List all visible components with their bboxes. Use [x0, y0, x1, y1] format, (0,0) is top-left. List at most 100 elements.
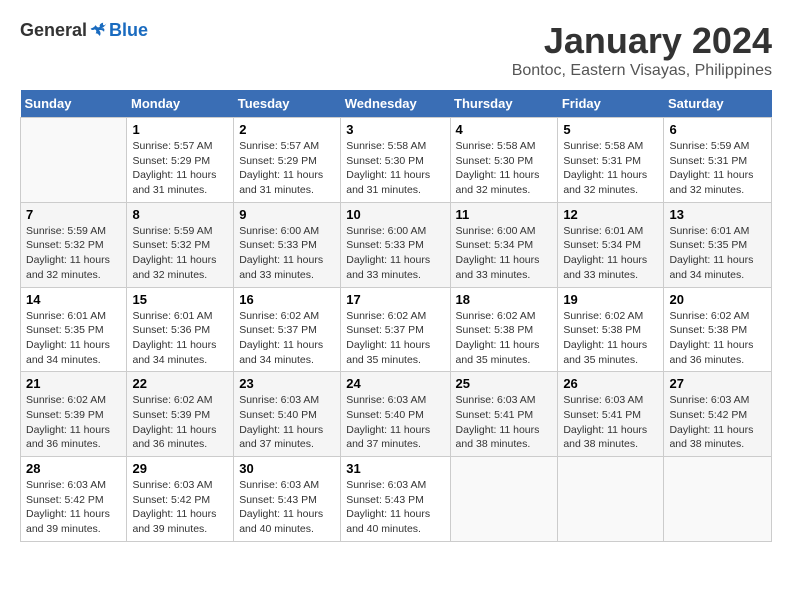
col-tuesday: Tuesday	[234, 90, 341, 118]
calendar-cell: 28Sunrise: 6:03 AM Sunset: 5:42 PM Dayli…	[21, 457, 127, 542]
calendar-cell: 14 Sunrise: 6:01 AM Sunset: 5:35 PM Dayli…	[21, 287, 127, 372]
calendar-cell: 5 Sunrise: 5:58 AM Sunset: 5:31 PM Daylig…	[558, 118, 664, 203]
day-number: 3	[346, 122, 444, 137]
calendar-cell: 6 Sunrise: 5:59 AM Sunset: 5:31 PM Daylig…	[664, 118, 772, 203]
calendar-cell: 30 Sunrise: 6:03 AM Sunset: 5:43 PM Dayli…	[234, 457, 341, 542]
day-info: Sunrise: 6:03 AM Sunset: 5:40 PM Dayligh…	[239, 393, 335, 452]
calendar-subtitle: Bontoc, Eastern Visayas, Philippines	[512, 62, 772, 80]
day-number: 27	[669, 376, 766, 391]
day-info: Sunrise: 6:02 AM Sunset: 5:38 PM Dayligh…	[456, 309, 553, 368]
day-number: 23	[239, 376, 335, 391]
calendar-cell: 18 Sunrise: 6:02 AM Sunset: 5:38 PM Dayli…	[450, 287, 558, 372]
calendar-week-4: 21 Sunrise: 6:02 AM Sunset: 5:39 PM Dayli…	[21, 372, 772, 457]
header-row: Sunday Monday Tuesday Wednesday Thursday…	[21, 90, 772, 118]
day-info: Sunrise: 5:58 AM Sunset: 5:30 PM Dayligh…	[346, 139, 444, 198]
calendar-cell: 3 Sunrise: 5:58 AM Sunset: 5:30 PM Daylig…	[341, 118, 450, 203]
col-friday: Friday	[558, 90, 664, 118]
calendar-cell: 13 Sunrise: 6:01 AM Sunset: 5:35 PM Dayli…	[664, 202, 772, 287]
day-info: Sunrise: 6:01 AM Sunset: 5:35 PM Dayligh…	[669, 224, 766, 283]
day-number: 17	[346, 292, 444, 307]
calendar-week-2: 7Sunrise: 5:59 AM Sunset: 5:32 PM Daylig…	[21, 202, 772, 287]
logo-bird-icon	[89, 21, 109, 41]
day-info: Sunrise: 5:59 AM Sunset: 5:32 PM Dayligh…	[26, 224, 121, 283]
calendar-week-5: 28 Sunrise: 6:03 AM Sunset: 5:42 PM Dayli…	[21, 457, 772, 542]
logo: General Blue	[20, 20, 148, 41]
day-number: 1	[132, 122, 228, 137]
day-info: Sunrise: 5:58 AM Sunset: 5:30 PM Dayligh…	[456, 139, 553, 198]
day-number: 10	[346, 207, 444, 222]
day-info: Sunrise: 6:02 AM Sunset: 5:39 PM Dayligh…	[26, 393, 121, 452]
calendar-cell: 12Sunrise: 6:01 AM Sunset: 5:34 PM Dayli…	[558, 202, 664, 287]
day-info: Sunrise: 6:02 AM Sunset: 5:37 PM Dayligh…	[239, 309, 335, 368]
day-number: 28	[26, 461, 121, 476]
calendar-table: Sunday Monday Tuesday Wednesday Thursday…	[20, 90, 772, 542]
day-number: 18	[456, 292, 553, 307]
day-info: Sunrise: 6:03 AM Sunset: 5:41 PM Dayligh…	[456, 393, 553, 452]
day-number: 2	[239, 122, 335, 137]
day-info: Sunrise: 6:00 AM Sunset: 5:33 PM Dayligh…	[239, 224, 335, 283]
day-info: Sunrise: 6:00 AM Sunset: 5:33 PM Dayligh…	[346, 224, 444, 283]
calendar-cell: 7Sunrise: 5:59 AM Sunset: 5:32 PM Daylig…	[21, 202, 127, 287]
col-thursday: Thursday	[450, 90, 558, 118]
calendar-cell	[450, 457, 558, 542]
col-wednesday: Wednesday	[341, 90, 450, 118]
title-area: January 2024 Bontoc, Eastern Visayas, Ph…	[512, 20, 772, 80]
day-info: Sunrise: 6:03 AM Sunset: 5:43 PM Dayligh…	[239, 478, 335, 537]
col-sunday: Sunday	[21, 90, 127, 118]
day-info: Sunrise: 6:01 AM Sunset: 5:36 PM Dayligh…	[132, 309, 228, 368]
day-info: Sunrise: 6:00 AM Sunset: 5:34 PM Dayligh…	[456, 224, 553, 283]
day-number: 13	[669, 207, 766, 222]
day-number: 21	[26, 376, 121, 391]
logo-blue-text: Blue	[109, 20, 148, 41]
day-number: 24	[346, 376, 444, 391]
day-number: 4	[456, 122, 553, 137]
calendar-cell: 1Sunrise: 5:57 AM Sunset: 5:29 PM Daylig…	[127, 118, 234, 203]
calendar-week-1: 1 Sunrise: 5:57 AM Sunset: 5:29 PM Daylig…	[21, 118, 772, 203]
day-info: Sunrise: 6:01 AM Sunset: 5:35 PM Dayligh…	[26, 309, 121, 368]
calendar-cell: 26Sunrise: 6:03 AM Sunset: 5:41 PM Dayli…	[558, 372, 664, 457]
day-number: 30	[239, 461, 335, 476]
day-number: 5	[563, 122, 658, 137]
day-number: 9	[239, 207, 335, 222]
calendar-cell	[664, 457, 772, 542]
day-info: Sunrise: 5:59 AM Sunset: 5:32 PM Dayligh…	[132, 224, 228, 283]
day-info: Sunrise: 6:03 AM Sunset: 5:42 PM Dayligh…	[132, 478, 228, 537]
day-info: Sunrise: 6:03 AM Sunset: 5:42 PM Dayligh…	[669, 393, 766, 452]
day-number: 26	[563, 376, 658, 391]
calendar-cell: 19Sunrise: 6:02 AM Sunset: 5:38 PM Dayli…	[558, 287, 664, 372]
day-info: Sunrise: 6:03 AM Sunset: 5:40 PM Dayligh…	[346, 393, 444, 452]
day-info: Sunrise: 5:58 AM Sunset: 5:31 PM Dayligh…	[563, 139, 658, 198]
calendar-cell: 23 Sunrise: 6:03 AM Sunset: 5:40 PM Dayli…	[234, 372, 341, 457]
calendar-cell: 11 Sunrise: 6:00 AM Sunset: 5:34 PM Dayli…	[450, 202, 558, 287]
day-info: Sunrise: 6:01 AM Sunset: 5:34 PM Dayligh…	[563, 224, 658, 283]
day-number: 11	[456, 207, 553, 222]
logo-general-text: General	[20, 20, 87, 41]
calendar-cell	[558, 457, 664, 542]
calendar-cell	[21, 118, 127, 203]
day-info: Sunrise: 6:02 AM Sunset: 5:37 PM Dayligh…	[346, 309, 444, 368]
day-number: 29	[132, 461, 228, 476]
calendar-cell: 16 Sunrise: 6:02 AM Sunset: 5:37 PM Dayli…	[234, 287, 341, 372]
day-number: 20	[669, 292, 766, 307]
day-info: Sunrise: 5:57 AM Sunset: 5:29 PM Dayligh…	[239, 139, 335, 198]
col-monday: Monday	[127, 90, 234, 118]
day-number: 14	[26, 292, 121, 307]
day-number: 8	[132, 207, 228, 222]
calendar-week-3: 14 Sunrise: 6:01 AM Sunset: 5:35 PM Dayli…	[21, 287, 772, 372]
day-info: Sunrise: 6:02 AM Sunset: 5:39 PM Dayligh…	[132, 393, 228, 452]
day-number: 25	[456, 376, 553, 391]
calendar-cell: 31Sunrise: 6:03 AM Sunset: 5:43 PM Dayli…	[341, 457, 450, 542]
day-number: 19	[563, 292, 658, 307]
day-number: 16	[239, 292, 335, 307]
col-saturday: Saturday	[664, 90, 772, 118]
calendar-cell: 20 Sunrise: 6:02 AM Sunset: 5:38 PM Dayli…	[664, 287, 772, 372]
day-number: 6	[669, 122, 766, 137]
calendar-cell: 17 Sunrise: 6:02 AM Sunset: 5:37 PM Dayli…	[341, 287, 450, 372]
calendar-cell: 25 Sunrise: 6:03 AM Sunset: 5:41 PM Dayli…	[450, 372, 558, 457]
calendar-cell: 27 Sunrise: 6:03 AM Sunset: 5:42 PM Dayli…	[664, 372, 772, 457]
day-info: Sunrise: 6:02 AM Sunset: 5:38 PM Dayligh…	[669, 309, 766, 368]
calendar-cell: 8 Sunrise: 5:59 AM Sunset: 5:32 PM Daylig…	[127, 202, 234, 287]
calendar-cell: 9 Sunrise: 6:00 AM Sunset: 5:33 PM Daylig…	[234, 202, 341, 287]
calendar-cell: 29 Sunrise: 6:03 AM Sunset: 5:42 PM Dayli…	[127, 457, 234, 542]
day-info: Sunrise: 5:59 AM Sunset: 5:31 PM Dayligh…	[669, 139, 766, 198]
